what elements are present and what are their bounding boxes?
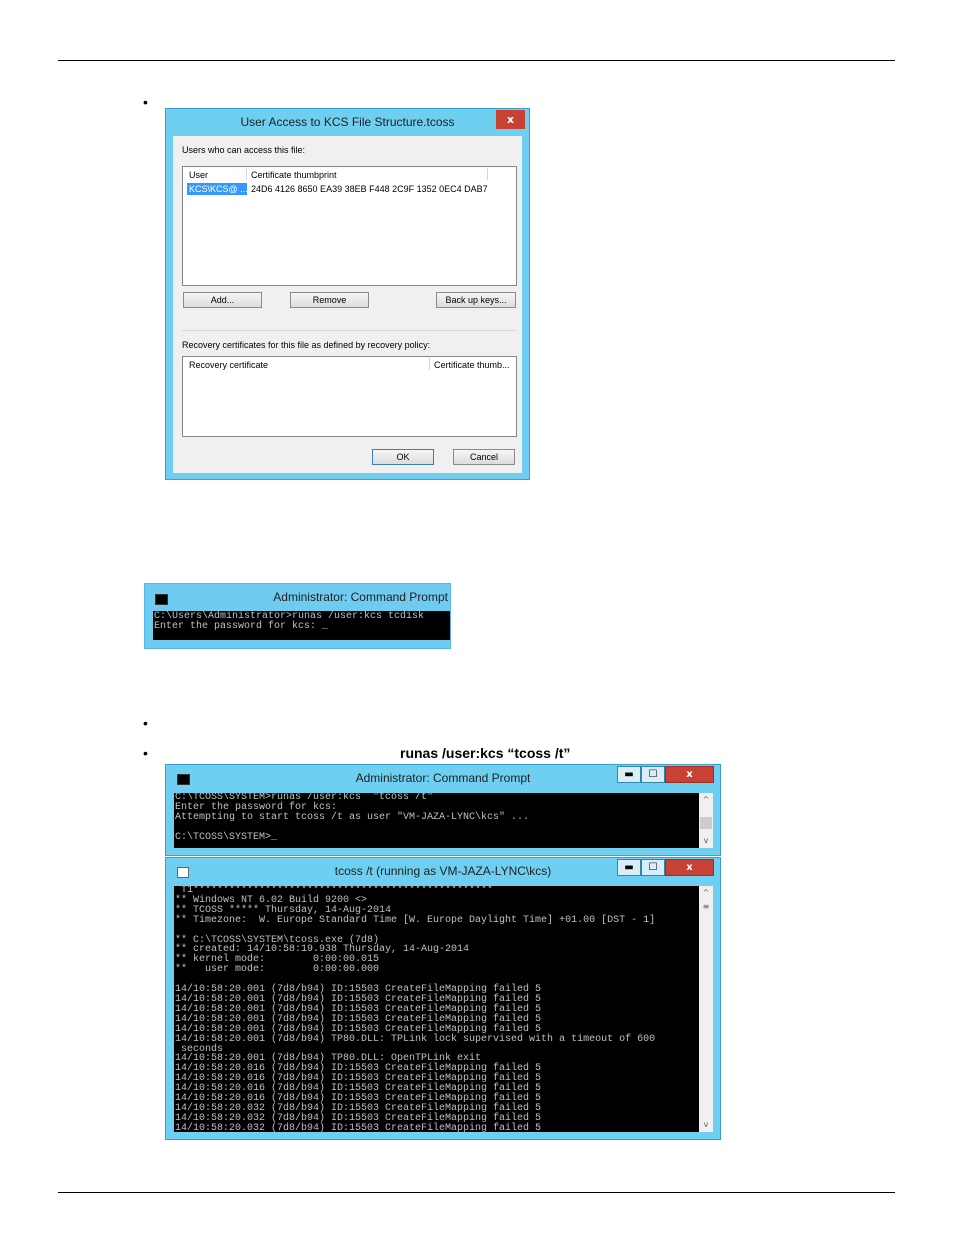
- scroll-thumb[interactable]: [700, 817, 712, 829]
- recovery-label: Recovery certificates for this file as d…: [182, 340, 431, 350]
- admin-command-prompt-window: Administrator: Command Prompt ▬ ☐ x C:\T…: [165, 764, 721, 856]
- console-text: C:\TCOSS\SYSTEM>runas /user:kcs "tcoss /…: [175, 793, 530, 843]
- column-header-certificate-thumb[interactable]: Certificate thumb...: [434, 360, 510, 370]
- users-list[interactable]: User Certificate thumbprint KCS\KCS@ ...…: [182, 166, 517, 286]
- thumbprint-cell[interactable]: 24D6 4126 8650 EA39 38EB F448 2C9F 1352 …: [251, 184, 488, 194]
- dialog-title: User Access to KCS File Structure.tcoss: [240, 115, 455, 129]
- user-row-cell[interactable]: KCS\KCS@ ...: [187, 183, 247, 195]
- cancel-button[interactable]: Cancel: [453, 449, 515, 465]
- divider: [182, 330, 517, 331]
- vertical-scrollbar[interactable]: ^ v: [699, 793, 713, 848]
- minimize-button[interactable]: ▬: [617, 766, 641, 783]
- header-rule: [58, 60, 895, 61]
- column-separator: [246, 168, 247, 180]
- console-text: T1**************************************…: [175, 886, 656, 1132]
- remove-button[interactable]: Remove: [290, 292, 369, 308]
- user-access-dialog: User Access to KCS File Structure.tcoss …: [165, 108, 530, 480]
- minimize-button[interactable]: ▬: [617, 859, 641, 876]
- close-button[interactable]: x: [665, 766, 714, 783]
- add-button[interactable]: Add...: [183, 292, 262, 308]
- close-button[interactable]: x: [665, 859, 714, 876]
- scroll-grip-icon[interactable]: ≡: [699, 900, 713, 914]
- column-separator: [487, 168, 488, 180]
- console-output[interactable]: C:\TCOSS\SYSTEM>runas /user:kcs "tcoss /…: [174, 793, 699, 848]
- footer-rule: [58, 1192, 895, 1193]
- scroll-down-arrow-icon[interactable]: v: [699, 1118, 713, 1132]
- tcoss-window: tcoss /t (running as VM-JAZA-LYNC\kcs) ▬…: [165, 857, 721, 1140]
- close-button[interactable]: x: [496, 110, 525, 129]
- console-output[interactable]: C:\Users\Administrator>runas /user:kcs t…: [153, 611, 450, 640]
- runas-command-prompt-window: Administrator: Command Prompt C:\Users\A…: [144, 583, 451, 649]
- column-header-thumbprint[interactable]: Certificate thumbprint: [251, 170, 337, 180]
- dialog-body: Users who can access this file: User Cer…: [173, 136, 522, 473]
- maximize-button[interactable]: ☐: [641, 766, 665, 783]
- users-label: Users who can access this file:: [182, 145, 306, 155]
- column-separator: [429, 358, 430, 370]
- back-up-keys-button[interactable]: Back up keys...: [436, 292, 516, 308]
- ok-button[interactable]: OK: [372, 449, 434, 465]
- window-title: Administrator: Command Prompt: [273, 590, 448, 604]
- scroll-down-arrow-icon[interactable]: v: [699, 834, 713, 848]
- recovery-list[interactable]: Recovery certificate Certificate thumb..…: [182, 356, 517, 437]
- scroll-up-arrow-icon[interactable]: ^: [699, 886, 713, 900]
- column-header-user[interactable]: User: [189, 170, 208, 180]
- maximize-button[interactable]: ☐: [641, 859, 665, 876]
- scroll-up-arrow-icon[interactable]: ^: [699, 793, 713, 807]
- console-output[interactable]: T1**************************************…: [174, 886, 699, 1132]
- bullet-3: •: [143, 745, 148, 761]
- bullet-1: •: [143, 94, 148, 110]
- runas-command-caption: runas /user:kcs “tcoss /t”: [400, 745, 571, 761]
- vertical-scrollbar[interactable]: ^ ≡ v: [699, 886, 713, 1132]
- column-header-recovery-certificate[interactable]: Recovery certificate: [189, 360, 268, 370]
- bullet-2: •: [143, 715, 148, 731]
- console-text: C:\Users\Administrator>runas /user:kcs t…: [154, 611, 425, 632]
